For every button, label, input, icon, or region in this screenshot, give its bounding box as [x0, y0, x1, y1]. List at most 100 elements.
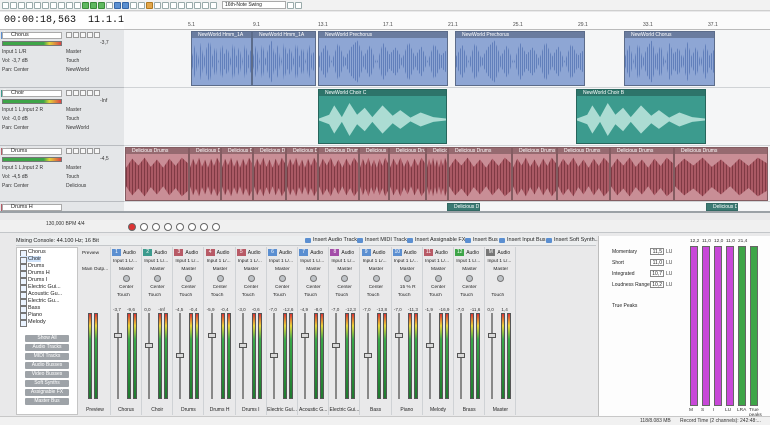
split-icon[interactable] [178, 1, 185, 9]
track-input[interactable]: Input 1 L,Input 2 R [2, 165, 43, 171]
paste-icon[interactable] [58, 1, 65, 9]
audio-clip[interactable]: Delicious Drums [426, 147, 448, 201]
groove-icon[interactable] [210, 1, 217, 9]
track-input[interactable]: Input 1 L/R [2, 49, 26, 55]
groove-select[interactable]: 16th-Note Swing [222, 1, 286, 9]
insert-assignable-fx-button[interactable]: Insert Assignable FX... [407, 237, 470, 243]
audio-clip[interactable]: NewWorld Hmm_1A [191, 31, 252, 86]
loop-playback-icon[interactable] [140, 223, 148, 231]
pan-knob[interactable] [435, 275, 442, 282]
groove-apply-icon[interactable] [287, 1, 294, 9]
strip-touch[interactable]: Touch [398, 293, 426, 298]
tree-item[interactable]: Bass [20, 305, 40, 313]
volume-fader[interactable] [332, 343, 341, 348]
pause-icon[interactable] [176, 223, 184, 231]
tree-item[interactable]: Drums H [20, 270, 50, 278]
groove-settings-icon[interactable] [295, 1, 302, 9]
midi-tracks-button[interactable]: MIDI Tracks [25, 353, 69, 360]
track-name[interactable]: Chorus [2, 32, 62, 39]
track-touch[interactable]: Touch [66, 116, 79, 122]
track-volume[interactable]: Vol: -4,5 dB [2, 174, 28, 180]
pan-knob[interactable] [372, 275, 380, 282]
mute-icon[interactable] [80, 32, 86, 38]
grid-icon[interactable] [194, 1, 201, 9]
volume-fader[interactable] [176, 353, 185, 358]
audio-clip[interactable]: Delicious Drums [125, 147, 189, 201]
audio-clip[interactable]: NewWorld Hmm_1A [252, 31, 316, 86]
volume-fader[interactable] [426, 343, 434, 348]
pan-knob[interactable] [247, 275, 255, 282]
new-icon[interactable] [2, 1, 9, 9]
tree-item[interactable]: Drums [20, 263, 44, 271]
strip-input[interactable]: Input 1 L/... [144, 259, 172, 264]
mute-icon[interactable] [80, 148, 86, 154]
pan-knob[interactable] [310, 275, 318, 282]
open-icon[interactable] [10, 1, 17, 9]
tree-item[interactable]: Drums I [20, 277, 47, 285]
timeline-ruler[interactable]: 5.1 9.1 13.1 17.1 21.1 25.1 29.1 33.1 37… [124, 12, 770, 30]
solo-icon[interactable] [87, 90, 93, 96]
tempo-readout[interactable]: 130,000 BPM 4/4 [46, 221, 85, 227]
strip-touch[interactable]: Touch [367, 293, 395, 298]
record-arm-icon[interactable] [73, 32, 79, 38]
volume-fader[interactable] [238, 343, 247, 348]
master-bus-button[interactable]: Master Bus [25, 398, 69, 405]
solo-icon[interactable] [87, 148, 93, 154]
pan-knob[interactable] [279, 275, 286, 282]
audio-clip[interactable]: Delicious Drums [610, 147, 674, 201]
edit-tool-icon[interactable] [82, 1, 89, 9]
pan-knob[interactable] [341, 275, 349, 282]
strip-touch[interactable]: Touch [273, 293, 301, 298]
audio-clip[interactable]: NewWorld Prechorus [455, 31, 585, 86]
track-volume[interactable]: Vol: -3,7 dB [2, 58, 28, 64]
snapping-icon[interactable] [114, 1, 121, 9]
solo-icon[interactable] [87, 32, 93, 38]
pan-knob[interactable] [216, 275, 224, 282]
volume-fader[interactable] [270, 353, 278, 358]
insert-bus-button[interactable]: Insert Bus [465, 237, 498, 243]
strip-touch[interactable]: Touch [335, 293, 363, 298]
envelope-tool-icon[interactable] [90, 1, 97, 9]
track-name[interactable]: Choir [2, 90, 62, 97]
fx-icon[interactable] [66, 148, 72, 154]
video-busses-button[interactable]: Video Busses [25, 371, 69, 378]
mute-icon[interactable] [80, 90, 86, 96]
audio-clip[interactable]: Delicious Drums [512, 147, 557, 201]
splitter[interactable] [0, 211, 770, 213]
audio-clip[interactable]: NewWorld Choir B [576, 89, 706, 144]
track-lane-drums[interactable]: Delicious Drums Delicious Drums Deliciou… [124, 146, 770, 202]
strip-input[interactable]: Input 1 L/... [363, 259, 391, 264]
audio-tracks-button[interactable]: Audio Tracks [25, 344, 69, 351]
strip-input[interactable]: Input 1 L/... [300, 259, 328, 264]
properties-icon[interactable] [34, 1, 41, 9]
save-icon[interactable] [18, 1, 25, 9]
fx-icon[interactable] [66, 32, 72, 38]
audio-clip[interactable]: Delicious D [447, 203, 480, 211]
pan-knob[interactable] [154, 275, 162, 282]
insert-soft-synth-button[interactable]: Insert Soft Synth... [546, 237, 599, 243]
automation-icon[interactable] [94, 148, 100, 154]
insert-input-bus-button[interactable]: Insert Input Bus [499, 237, 546, 243]
track-header-drums[interactable]: 3 Drums -4,5 Input 1 L,Input 2 R Master … [0, 146, 124, 202]
strip-touch[interactable]: Touch [179, 293, 207, 298]
audio-clip[interactable]: Delicious Drums [318, 147, 359, 201]
pan-knob[interactable] [497, 275, 505, 282]
insert-audio-track-button[interactable]: Insert Audio Track [305, 237, 357, 243]
play-icon[interactable] [164, 223, 172, 231]
crossfade-icon[interactable] [138, 1, 145, 9]
track-input[interactable]: Input 1 L,Input 2 R [2, 107, 43, 113]
record-icon[interactable] [128, 223, 136, 231]
zoom-tool-icon[interactable] [106, 1, 113, 9]
audio-clip[interactable]: Delicious D [706, 203, 738, 211]
audio-clip[interactable]: Delicious Drums [189, 147, 221, 201]
volume-fader[interactable] [145, 343, 154, 348]
strip-input[interactable]: Input 1 L/... [113, 259, 141, 264]
assignable-fx-button[interactable]: Assignable FX [25, 389, 69, 396]
strip-touch[interactable]: Touch [148, 293, 176, 298]
volume-fader[interactable] [301, 333, 310, 338]
copy-icon[interactable] [50, 1, 57, 9]
tree-item[interactable]: Piano [20, 312, 42, 320]
volume-fader[interactable] [488, 333, 497, 338]
redo-icon[interactable] [74, 1, 81, 9]
volume-fader[interactable] [394, 333, 403, 338]
